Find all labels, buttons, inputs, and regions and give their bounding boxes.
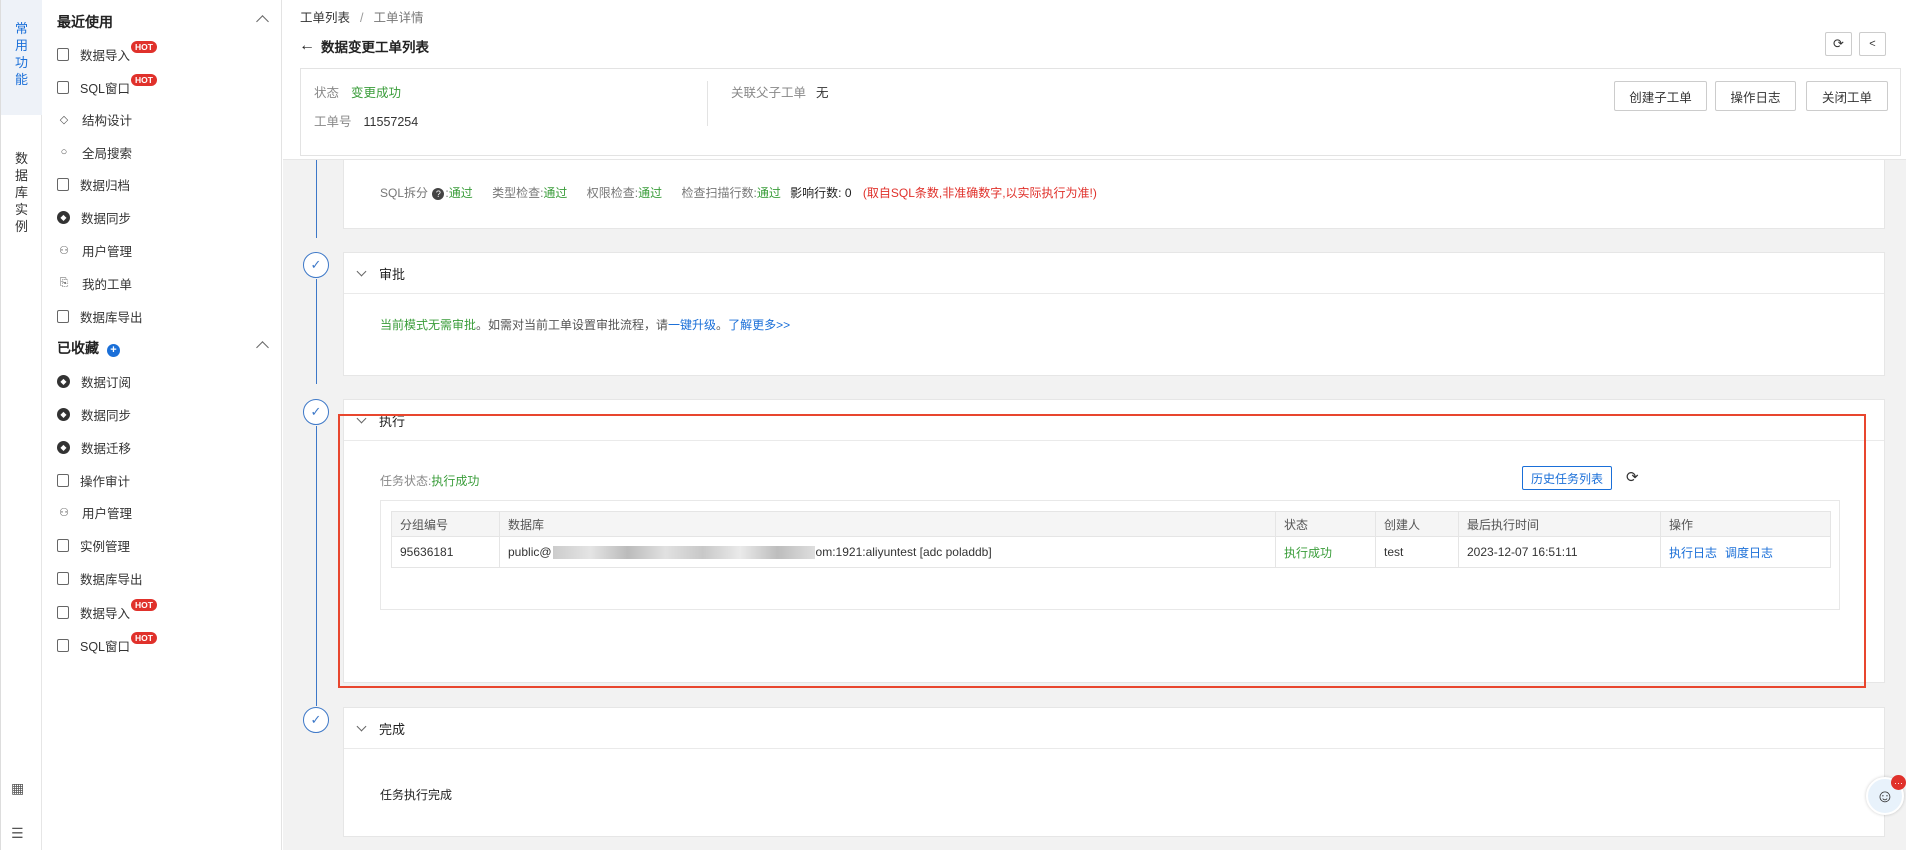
sidebar-item-data-import-fav[interactable]: 数据导入 HOT — [57, 599, 271, 622]
chevron-up-icon — [256, 341, 269, 354]
collapse-menu-icon[interactable]: ☰ — [11, 825, 24, 842]
left-rail: 常 用 功 能 数 据 库 实 例 ▦ ☰ — [0, 0, 42, 850]
hot-badge: HOT — [131, 74, 157, 86]
learn-more-link[interactable]: 了解更多>> — [728, 318, 790, 332]
ticket-info-panel: 状态 变更成功 工单号 11557254 关联父子工单无 创建子工单 操作日志 关闭… — [300, 68, 1901, 156]
hot-badge: HOT — [131, 41, 157, 53]
close-ticket-button[interactable]: 关闭工单 — [1806, 81, 1888, 111]
precheck-results: SQL拆分 ?:通过 类型检查:通过 权限检查:通过 检查扫描行数:通过 影响行… — [380, 186, 1097, 200]
tag-icon: ◇ — [59, 113, 69, 126]
sidebar-item-sql-window[interactable]: SQL窗口 HOT — [57, 74, 271, 97]
sidebar-menu: 最近使用 数据导入 HOT SQL窗口 HOT ◇ 结构设计 ○ 全局搜索 数据归档 ◆… — [42, 0, 282, 850]
sidebar-item-audit[interactable]: 操作审计 — [57, 470, 271, 490]
page-header: 工单列表 / 工单详情 ← 数据变更工单列表 ⟳ < 状态 变更成功 工单号 115572… — [283, 0, 1906, 160]
breadcrumb-ticket-list[interactable]: 工单列表 — [300, 11, 350, 25]
precheck-card: SQL拆分 ?:通过 类型检查:通过 权限检查:通过 检查扫描行数:通过 影响行… — [343, 150, 1885, 229]
chevron-up-icon — [256, 15, 269, 28]
sidebar-item-my-tickets[interactable]: ⎘ 我的工单 — [57, 273, 271, 293]
notification-badge: ··· — [1891, 775, 1906, 790]
back-arrow-icon[interactable]: ← — [299, 37, 315, 55]
instance-icon — [57, 538, 69, 552]
export-icon — [57, 309, 69, 323]
group-favorites[interactable]: 已收藏 + — [57, 338, 271, 358]
robot-icon: ☺ — [1875, 785, 1895, 806]
scrollbar[interactable] — [1899, 160, 1904, 850]
timeline-line — [316, 279, 317, 384]
migration-icon: ◆ — [57, 440, 70, 454]
create-child-ticket-button[interactable]: 创建子工单 — [1614, 81, 1707, 111]
complete-header[interactable]: 完成 — [344, 708, 1884, 749]
export-icon — [57, 571, 69, 585]
timeline-line — [316, 426, 317, 706]
sidebar-item-user-management-fav[interactable]: ⚇ 用户管理 — [57, 502, 271, 522]
share-icon[interactable]: < — [1859, 32, 1886, 56]
parent-child-field: 关联父子工单无 — [731, 86, 829, 100]
archive-icon — [57, 177, 69, 191]
users-icon: ⚇ — [59, 244, 69, 257]
sidebar-item-data-import[interactable]: 数据导入 HOT — [57, 41, 271, 64]
timeline-line — [316, 160, 317, 238]
hot-badge: HOT — [131, 599, 157, 611]
sidebar-item-schema-design[interactable]: ◇ 结构设计 — [57, 109, 271, 129]
sidebar-item-global-search[interactable]: ○ 全局搜索 — [57, 142, 271, 162]
sync-icon: ◆ — [57, 210, 70, 224]
sidebar-item-data-sync-fav[interactable]: ◆ 数据同步 — [57, 404, 271, 424]
sidebar-item-db-export[interactable]: 数据库导出 — [57, 306, 271, 326]
sidebar-item-sql-window-fav[interactable]: SQL窗口 HOT — [57, 632, 271, 655]
assistant-avatar[interactable]: ☺ ··· — [1866, 775, 1906, 815]
sidebar-item-data-sync[interactable]: ◆ 数据同步 — [57, 207, 271, 227]
sql-window-icon — [57, 638, 69, 652]
sidebar-item-data-subscribe[interactable]: ◆ 数据订阅 — [57, 371, 271, 391]
complete-card: 完成 任务执行完成 — [343, 707, 1885, 837]
help-icon[interactable]: ? — [432, 188, 445, 200]
upgrade-link[interactable]: 一键升级 — [668, 318, 716, 332]
chevron-down-icon — [356, 721, 367, 731]
search-icon: ○ — [60, 146, 68, 158]
rail-tab-db-instances[interactable]: 数 据 库 实 例 — [1, 150, 42, 235]
divider — [707, 81, 708, 126]
page-title: ← 数据变更工单列表 — [299, 37, 429, 55]
check-circle-icon: ✓ — [303, 252, 329, 278]
ticket-number-field: 工单号 11557254 — [314, 115, 419, 129]
approval-header[interactable]: 审批 — [344, 253, 1884, 294]
subscribe-icon: ◆ — [57, 374, 70, 388]
sidebar-item-instance-management[interactable]: 实例管理 — [57, 535, 271, 555]
highlight-box — [338, 414, 1866, 688]
add-favorite-icon[interactable]: + — [107, 344, 120, 357]
sync-icon: ◆ — [57, 407, 70, 421]
chevron-down-icon — [356, 266, 367, 276]
check-circle-icon: ✓ — [303, 707, 329, 733]
approval-card: 审批 当前模式无需审批。如需对当前工单设置审批流程，请一键升级。了解更多>> — [343, 252, 1885, 376]
users-icon: ⚇ — [59, 506, 69, 519]
sidebar-item-user-management[interactable]: ⚇ 用户管理 — [57, 240, 271, 260]
group-recent[interactable]: 最近使用 — [57, 12, 271, 32]
rail-tab-common-functions[interactable]: 常 用 功 能 — [1, 0, 42, 115]
sql-window-icon — [57, 80, 69, 94]
breadcrumb: 工单列表 / 工单详情 — [300, 11, 424, 25]
sidebar-item-data-migration[interactable]: ◆ 数据迁移 — [57, 437, 271, 457]
grid-icon[interactable]: ▦ — [11, 780, 24, 797]
audit-icon — [57, 473, 69, 487]
ticket-icon: ⎘ — [59, 276, 69, 289]
import-icon — [57, 47, 69, 61]
refresh-page-button[interactable]: ⟳ — [1825, 32, 1852, 56]
status-field: 状态 变更成功 — [314, 86, 402, 100]
approval-message: 当前模式无需审批。如需对当前工单设置审批流程，请一键升级。了解更多>> — [380, 318, 791, 332]
sidebar-item-db-export-fav[interactable]: 数据库导出 — [57, 568, 271, 588]
sidebar-item-data-archive[interactable]: 数据归档 — [57, 174, 271, 194]
hot-badge: HOT — [131, 632, 157, 644]
operation-log-button[interactable]: 操作日志 — [1715, 81, 1796, 111]
check-circle-icon: ✓ — [303, 399, 329, 425]
import-icon — [57, 605, 69, 619]
